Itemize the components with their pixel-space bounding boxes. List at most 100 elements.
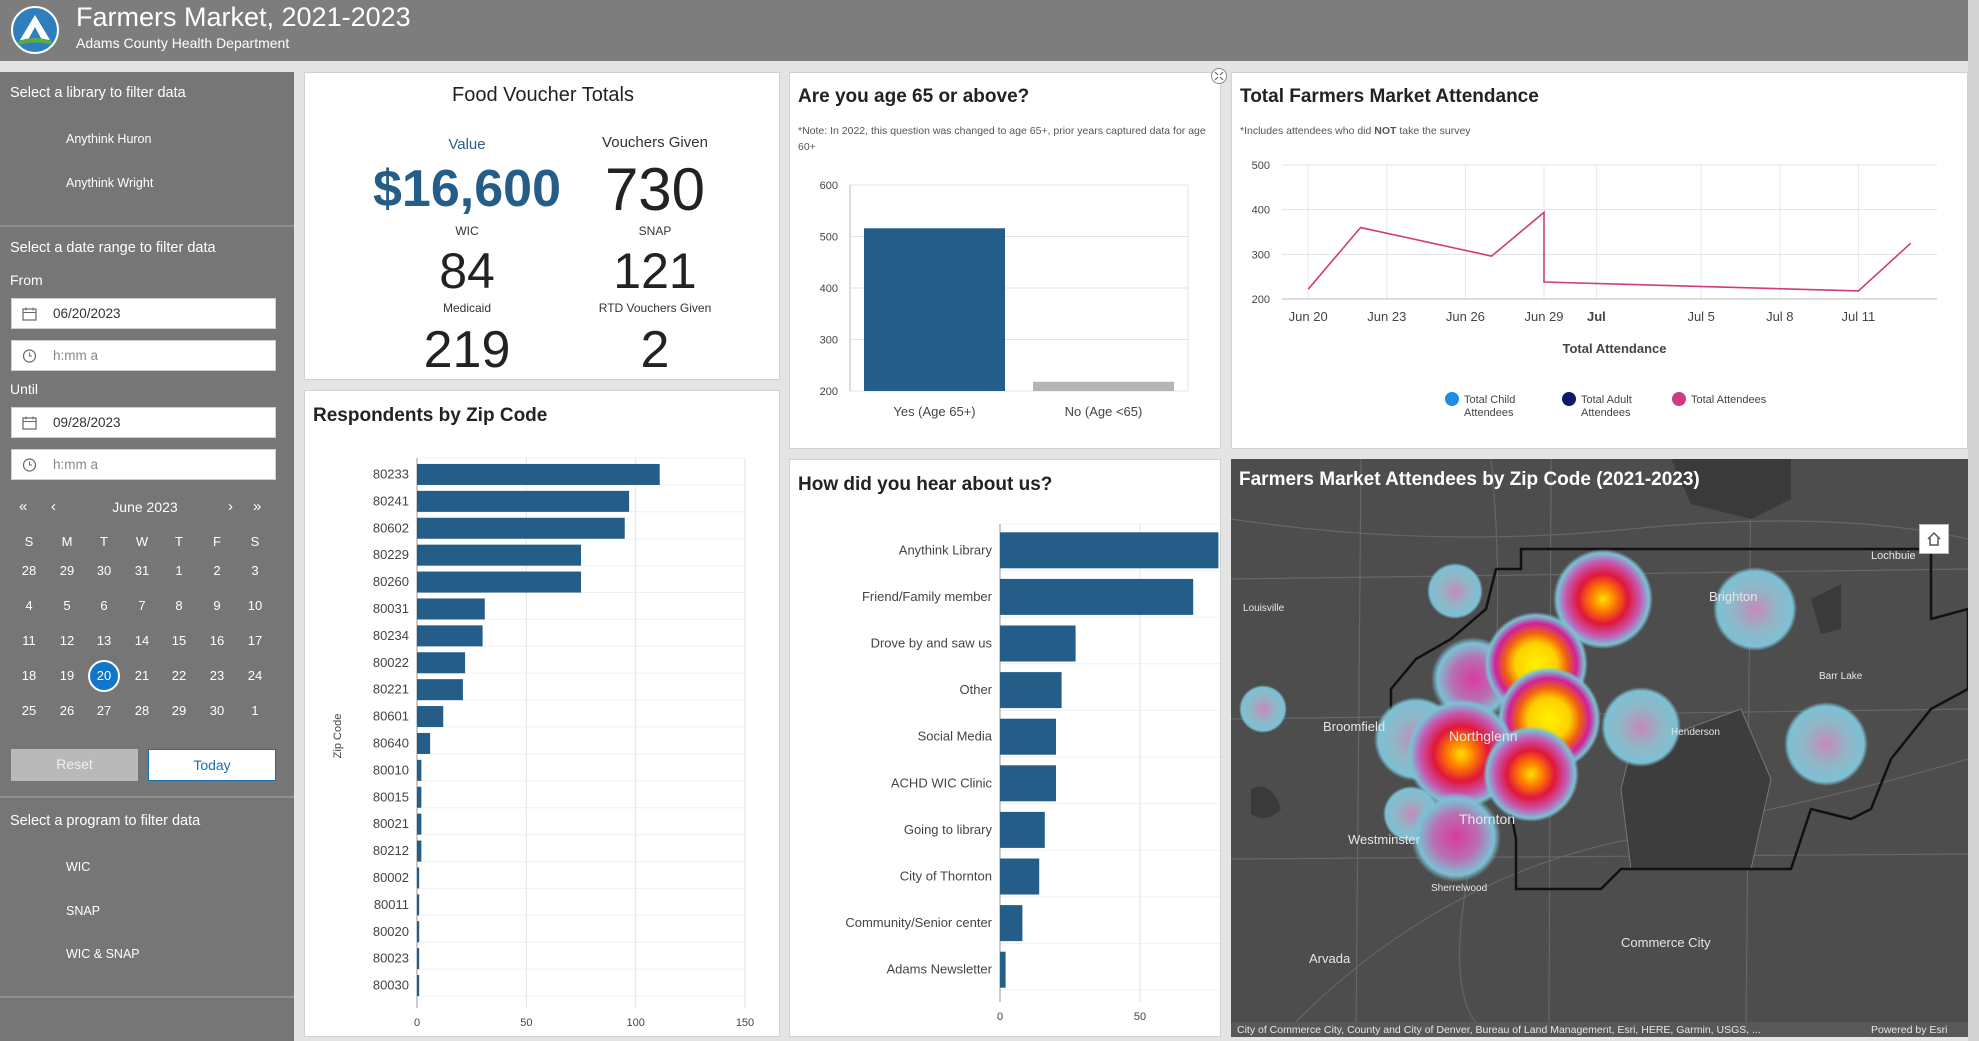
- program-option[interactable]: WIC & SNAP: [66, 947, 140, 961]
- heat-spot[interactable]: [1239, 685, 1287, 733]
- next-year-button[interactable]: »: [253, 498, 261, 515]
- today-button[interactable]: Today: [148, 749, 276, 781]
- bar[interactable]: [1000, 672, 1062, 709]
- heat-spot[interactable]: [1411, 792, 1501, 882]
- calendar-day[interactable]: 21: [126, 660, 158, 692]
- calendar-day[interactable]: 29: [163, 695, 195, 727]
- bar[interactable]: [417, 867, 420, 889]
- calendar-day[interactable]: 3: [239, 555, 271, 587]
- bar[interactable]: [1000, 765, 1056, 802]
- calendar-day[interactable]: 9: [201, 590, 233, 622]
- bar[interactable]: [1000, 811, 1045, 848]
- bar[interactable]: [417, 625, 483, 647]
- legend-swatch[interactable]: [1672, 392, 1686, 406]
- calendar-day[interactable]: 7: [126, 590, 158, 622]
- bar[interactable]: [417, 598, 485, 620]
- prev-year-button[interactable]: «: [19, 498, 27, 515]
- calendar-day[interactable]: 23: [201, 660, 233, 692]
- map-canvas[interactable]: Lochbuie Brighton Louisville Barr Lake B…: [1231, 459, 1968, 1037]
- from-time-input[interactable]: h:mm a: [11, 340, 276, 371]
- calendar-day[interactable]: 30: [88, 555, 120, 587]
- until-date-input[interactable]: 09/28/2023: [11, 407, 276, 438]
- bar[interactable]: [417, 706, 444, 728]
- calendar-day[interactable]: 1: [239, 695, 271, 727]
- heat-spot[interactable]: [1784, 702, 1868, 786]
- calendar-day[interactable]: 28: [126, 695, 158, 727]
- legend-label[interactable]: Attendees: [1581, 407, 1631, 419]
- bar[interactable]: [417, 921, 420, 943]
- calendar-day[interactable]: 11: [13, 625, 45, 657]
- reset-button[interactable]: Reset: [11, 749, 138, 781]
- bar[interactable]: [1000, 625, 1076, 662]
- heat-spot[interactable]: [1713, 567, 1797, 651]
- calendar-day[interactable]: 18: [13, 660, 45, 692]
- calendar-day[interactable]: 19: [51, 660, 83, 692]
- bar[interactable]: [1000, 718, 1056, 755]
- calendar-day[interactable]: 24: [239, 660, 271, 692]
- calendar-day[interactable]: 10: [239, 590, 271, 622]
- program-option[interactable]: WIC: [66, 860, 90, 874]
- calendar-day[interactable]: 26: [51, 695, 83, 727]
- calendar-day[interactable]: 12: [51, 625, 83, 657]
- page-scrollbar[interactable]: [1968, 0, 1979, 1041]
- next-month-button[interactable]: ›: [228, 498, 233, 515]
- legend-label[interactable]: Total Attendees: [1691, 394, 1767, 406]
- calendar-day[interactable]: 2: [201, 555, 233, 587]
- calendar-day[interactable]: 22: [163, 660, 195, 692]
- zip-heat-map[interactable]: Lochbuie Brighton Louisville Barr Lake B…: [1231, 459, 1968, 1037]
- calendar-day[interactable]: 6: [88, 590, 120, 622]
- calendar-day[interactable]: 16: [201, 625, 233, 657]
- calendar-day[interactable]: 25: [13, 695, 45, 727]
- bar[interactable]: [417, 732, 431, 754]
- calendar-day[interactable]: 4: [13, 590, 45, 622]
- bar[interactable]: [417, 894, 420, 916]
- bar[interactable]: [417, 517, 625, 539]
- age-bar[interactable]: [864, 228, 1005, 391]
- program-option[interactable]: SNAP: [66, 904, 100, 918]
- bar[interactable]: [417, 813, 422, 835]
- legend-label[interactable]: Attendees: [1464, 407, 1514, 419]
- bar[interactable]: [417, 786, 422, 808]
- calendar-day[interactable]: 31: [126, 555, 158, 587]
- bar[interactable]: [417, 679, 463, 701]
- calendar-day[interactable]: 30: [201, 695, 233, 727]
- legend-swatch[interactable]: [1445, 392, 1459, 406]
- bar[interactable]: [417, 975, 420, 997]
- bar[interactable]: [1000, 905, 1023, 942]
- calendar-day[interactable]: 14: [126, 625, 158, 657]
- calendar-day[interactable]: 1: [163, 555, 195, 587]
- bar[interactable]: [417, 544, 581, 566]
- calendar-day[interactable]: 28: [13, 555, 45, 587]
- prev-month-button[interactable]: ‹: [51, 498, 56, 515]
- bar[interactable]: [417, 840, 422, 862]
- series-line-total-attendees[interactable]: [1307, 210, 1912, 292]
- legend-swatch[interactable]: [1562, 392, 1576, 406]
- heat-spot[interactable]: [1601, 687, 1681, 767]
- calendar-day[interactable]: 8: [163, 590, 195, 622]
- legend-label[interactable]: Total Child: [1464, 394, 1515, 406]
- calendar-day[interactable]: 17: [239, 625, 271, 657]
- calendar-day[interactable]: 15: [163, 625, 195, 657]
- bar[interactable]: [417, 490, 630, 512]
- bar[interactable]: [1000, 951, 1006, 988]
- age-bar[interactable]: [1033, 381, 1174, 391]
- bar[interactable]: [1000, 858, 1040, 895]
- library-option[interactable]: Anythink Huron: [66, 132, 151, 146]
- bar[interactable]: [417, 571, 581, 593]
- bar[interactable]: [1000, 532, 1219, 569]
- bar[interactable]: [417, 463, 660, 485]
- bar[interactable]: [417, 652, 466, 674]
- expand-icon[interactable]: [1210, 67, 1228, 85]
- calendar-day[interactable]: 27: [88, 695, 120, 727]
- bar[interactable]: [417, 948, 420, 970]
- heat-spot[interactable]: [1427, 563, 1483, 619]
- until-time-input[interactable]: h:mm a: [11, 449, 276, 480]
- bar[interactable]: [417, 759, 422, 781]
- from-date-input[interactable]: 06/20/2023: [11, 298, 276, 329]
- calendar-day[interactable]: 13: [88, 625, 120, 657]
- calendar-day[interactable]: 5: [51, 590, 83, 622]
- calendar-day-selected[interactable]: 20: [88, 660, 120, 692]
- legend-label[interactable]: Total Adult: [1581, 394, 1632, 406]
- library-option[interactable]: Anythink Wright: [66, 176, 153, 190]
- map-home-button[interactable]: [1919, 524, 1949, 554]
